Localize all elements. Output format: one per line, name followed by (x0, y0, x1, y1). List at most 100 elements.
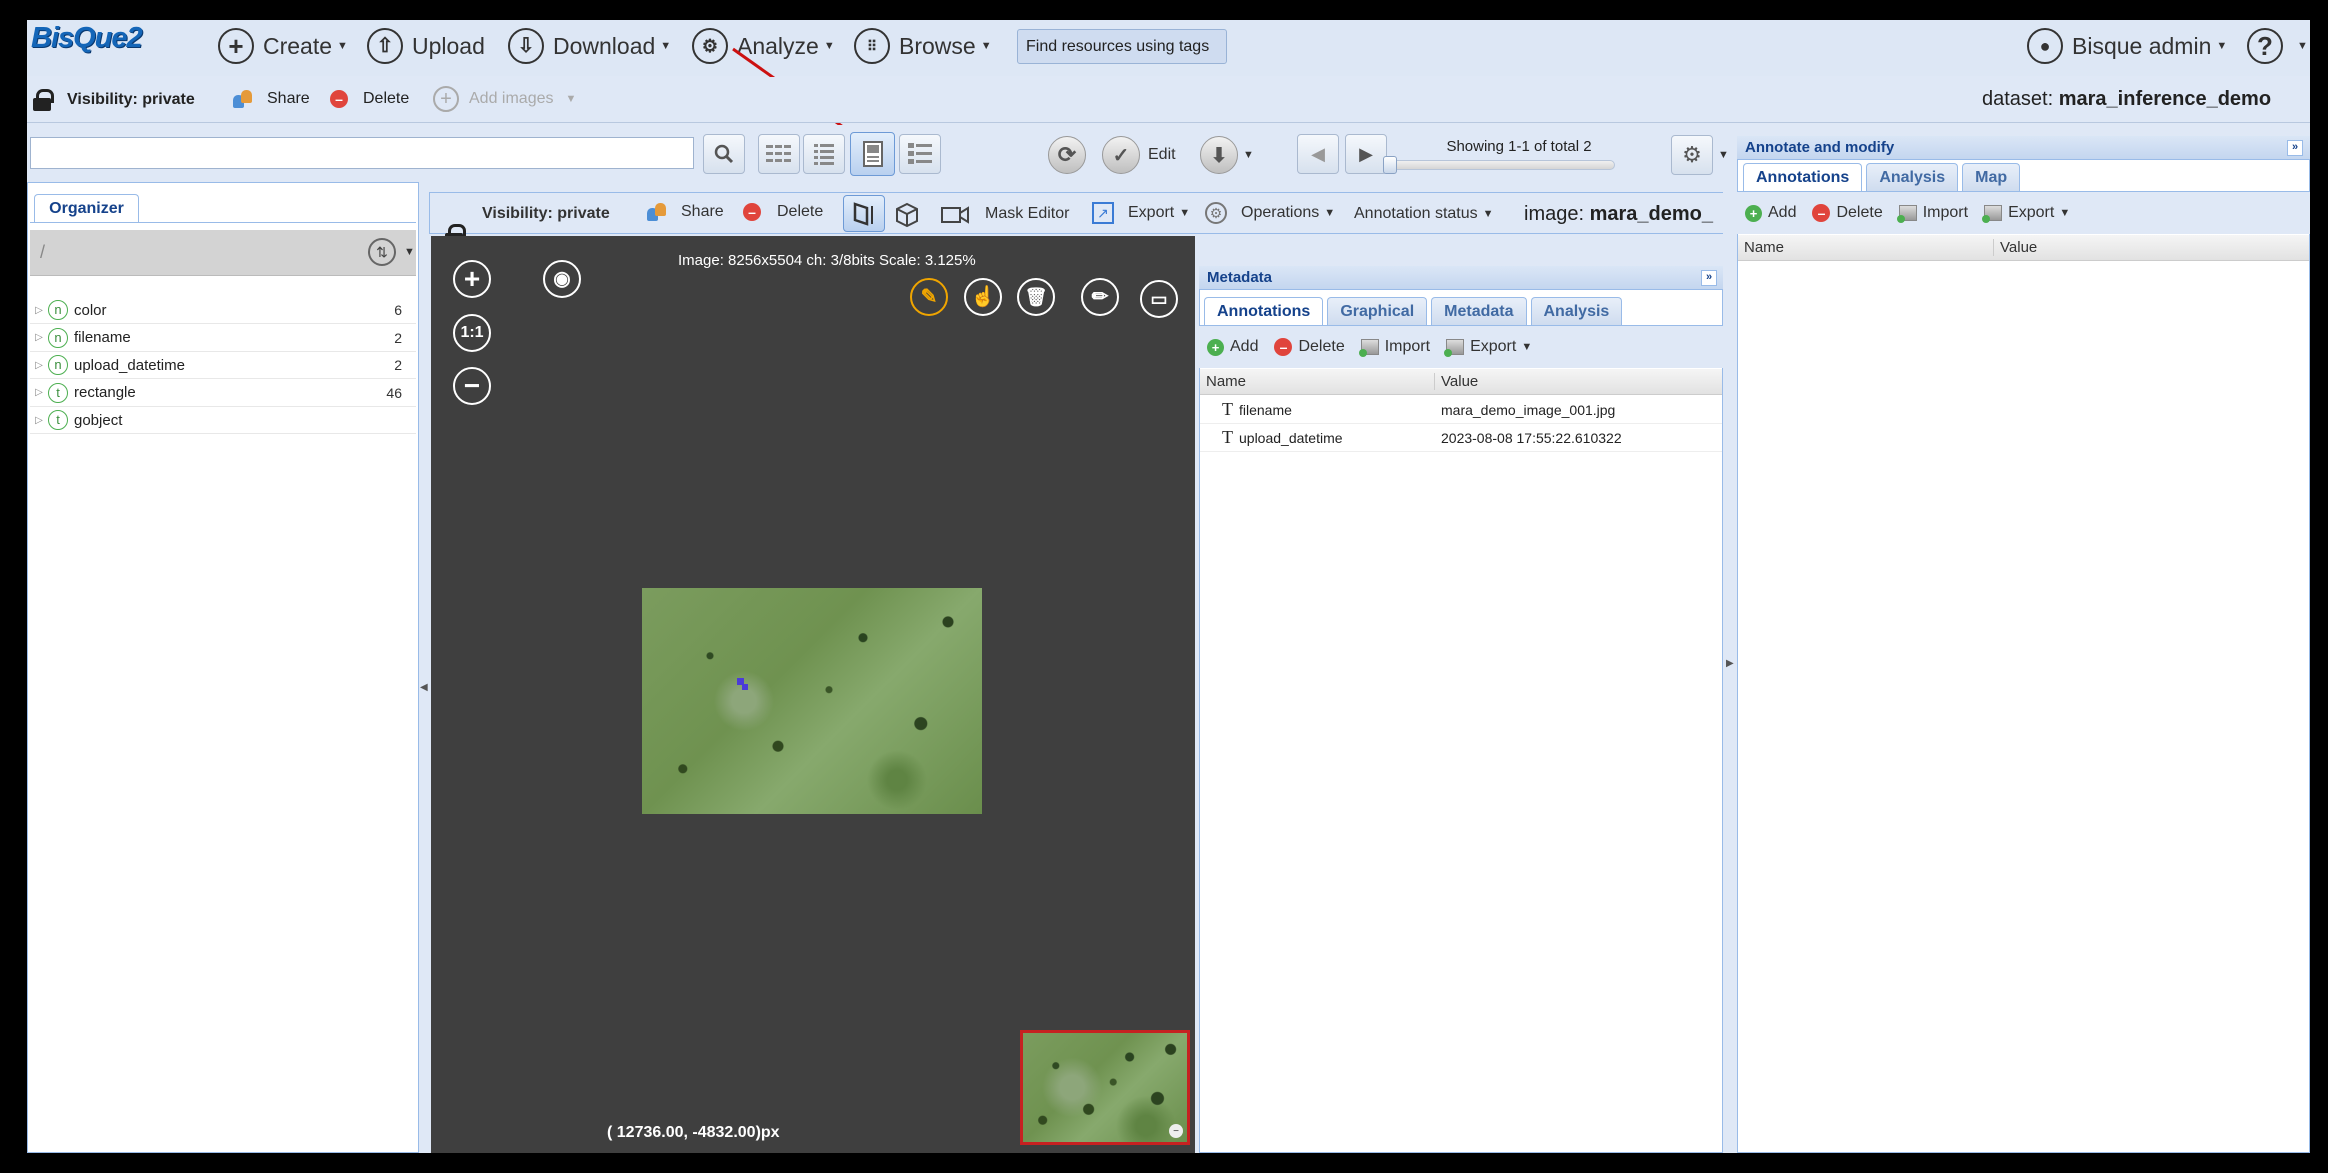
export-icon (1444, 339, 1465, 357)
minimize-overview-icon[interactable]: − (1169, 1124, 1183, 1138)
draw-tool-button[interactable]: ✏ (1081, 278, 1119, 316)
table-row[interactable]: Tupload_datetime 2023-08-08 17:55:22.6103… (1200, 424, 1722, 452)
visibility-eye-button[interactable]: ◉ (543, 260, 581, 298)
tab-graphical[interactable]: Graphical (1327, 297, 1428, 325)
page-slider-track[interactable] (1385, 160, 1615, 170)
annotation-status-label: Annotation status (1354, 205, 1478, 222)
thumbnail-view-button[interactable] (758, 134, 800, 174)
metadata-import-button[interactable]: Import (1358, 334, 1430, 360)
left-splitter[interactable]: ◀ (419, 182, 429, 1153)
right-splitter[interactable]: ▶ (1723, 182, 1737, 1153)
share-button[interactable]: Share (233, 89, 310, 109)
select-tool-button[interactable]: ☝ (964, 278, 1002, 316)
previous-page-button[interactable]: ◀ (1297, 134, 1339, 174)
tab-annotations[interactable]: Annotations (1204, 297, 1324, 325)
sort-icon[interactable]: ⇅ (368, 238, 396, 266)
document-view-button[interactable] (850, 132, 895, 176)
collapse-metadata-button[interactable]: » (1701, 270, 1717, 286)
list-view-button[interactable] (803, 134, 845, 174)
refresh-button[interactable]: ⟳ (1048, 136, 1086, 174)
viewer-share-button[interactable]: Share (647, 202, 724, 222)
annotate-add-button[interactable]: + Add (1745, 200, 1796, 226)
plus-circle-icon: + (218, 28, 254, 64)
3d-view-button[interactable] (891, 200, 923, 230)
navigate-tool-button[interactable]: ✎ (910, 278, 948, 316)
user-avatar-icon: ● (2027, 28, 2063, 64)
row-value: mara_demo_image_001.jpg (1441, 401, 1616, 418)
help-menu[interactable]: ? ▼ (2247, 26, 2308, 66)
chevron-down-icon[interactable]: ▼ (404, 246, 415, 258)
tree-item[interactable]: ▷ n upload_datetime 2 (30, 352, 416, 379)
tab-organizer[interactable]: Organizer (34, 194, 139, 222)
visibility-toggle[interactable]: Visibility: private (67, 91, 195, 109)
tag-search-button[interactable]: Find resources using tags (1017, 29, 1227, 64)
mask-editor-button[interactable]: Mask Editor (985, 205, 1069, 223)
download-dropdown-button[interactable]: ⬇ ▼ (1200, 136, 1254, 174)
expand-arrow-icon[interactable]: ▷ (30, 415, 48, 426)
viewer-visibility-toggle[interactable]: Visibility: private (482, 205, 610, 223)
chevron-down-icon: ▼ (565, 93, 577, 105)
metadata-export-menu[interactable]: Export ▼ (1444, 334, 1532, 360)
2d-view-button[interactable] (843, 195, 885, 232)
annotate-panel (1737, 136, 2310, 1153)
edit-button[interactable]: ✓ Edit (1102, 136, 1176, 174)
create-menu[interactable]: + Create ▼ (218, 26, 348, 66)
viewer-export-label: Export (1128, 204, 1175, 221)
movie-view-button[interactable] (938, 201, 972, 229)
page-slider-handle[interactable] (1383, 156, 1397, 174)
overview-thumbnail[interactable]: − (1020, 1030, 1190, 1145)
annotation-status-menu[interactable]: Annotation status ▼ (1354, 205, 1494, 223)
tree-item[interactable]: ▷ t gobject (30, 407, 416, 434)
expand-arrow-icon[interactable]: ▷ (30, 305, 48, 316)
annotate-export-menu[interactable]: Export ▼ (1982, 200, 2070, 226)
download-menu[interactable]: ⇩ Download ▼ (508, 26, 671, 66)
column-header-value[interactable]: Value (1994, 239, 2037, 256)
tree-item[interactable]: ▷ n color 6 (30, 297, 416, 324)
metadata-delete-button[interactable]: – Delete (1274, 334, 1345, 360)
browser-search-input[interactable] (30, 137, 694, 169)
detail-list-view-button[interactable] (899, 134, 941, 174)
gear-icon: ⚙ (1671, 135, 1713, 175)
annotate-delete-button[interactable]: – Delete (1812, 200, 1883, 226)
text-type-icon: T (1222, 427, 1233, 447)
table-row[interactable]: Tfilename mara_demo_image_001.jpg (1200, 396, 1722, 424)
expand-arrow-icon[interactable]: ▷ (30, 360, 48, 371)
tab-metadata[interactable]: Metadata (1431, 297, 1527, 325)
collapse-left-icon: ◀ (420, 682, 428, 693)
display-settings-button[interactable]: ▭ (1140, 280, 1178, 318)
collapse-annotate-button[interactable]: » (2287, 140, 2303, 156)
aerial-image[interactable] (642, 588, 982, 814)
next-page-button[interactable]: ▶ (1345, 134, 1387, 174)
column-header-name[interactable]: Name (1200, 373, 1435, 390)
tab-analysis[interactable]: Analysis (1866, 163, 1959, 191)
tab-map[interactable]: Map (1962, 163, 2021, 191)
add-images-button[interactable]: + Add images ▼ (433, 86, 576, 112)
pointer-hand-icon: ☝ (970, 286, 996, 308)
bisque-logo[interactable]: BisQue2 (31, 22, 143, 55)
delete-tool-button[interactable]: 🗑 (1017, 278, 1055, 316)
tab-analysis[interactable]: Analysis (1530, 297, 1623, 325)
expand-arrow-icon[interactable]: ▷ (30, 387, 48, 398)
settings-menu[interactable]: ⚙ ▼ (1671, 135, 1729, 175)
tree-item[interactable]: ▷ n filename 2 (30, 325, 416, 352)
tree-item[interactable]: ▷ t rectangle 46 (30, 380, 416, 407)
zoom-in-button[interactable]: + (453, 260, 491, 298)
metadata-tabs: Annotations Graphical Metadata Analysis (1204, 297, 1626, 325)
annotation-marker[interactable] (742, 684, 748, 690)
column-header-name[interactable]: Name (1738, 239, 1994, 256)
viewer-delete-button[interactable]: – Delete (743, 203, 823, 221)
column-header-value[interactable]: Value (1435, 373, 1478, 390)
tag-type-icon: n (48, 355, 68, 375)
expand-arrow-icon[interactable]: ▷ (30, 332, 48, 343)
delete-button[interactable]: – Delete (330, 90, 409, 108)
metadata-add-button[interactable]: + Add (1207, 334, 1258, 360)
search-button[interactable] (703, 134, 745, 174)
viewer-export-menu[interactable]: ↗ Export ▼ (1092, 202, 1190, 224)
tab-annotations[interactable]: Annotations (1743, 163, 1863, 191)
zoom-out-button[interactable]: − (453, 367, 491, 405)
zoom-one-to-one-button[interactable]: 1:1 (453, 314, 491, 352)
upload-button[interactable]: ⇧ Upload (367, 26, 485, 66)
user-menu[interactable]: ● Bisque admin ▼ (2027, 26, 2227, 66)
annotate-import-button[interactable]: Import (1896, 200, 1968, 226)
operations-menu[interactable]: ⚙ Operations ▼ (1205, 202, 1335, 224)
